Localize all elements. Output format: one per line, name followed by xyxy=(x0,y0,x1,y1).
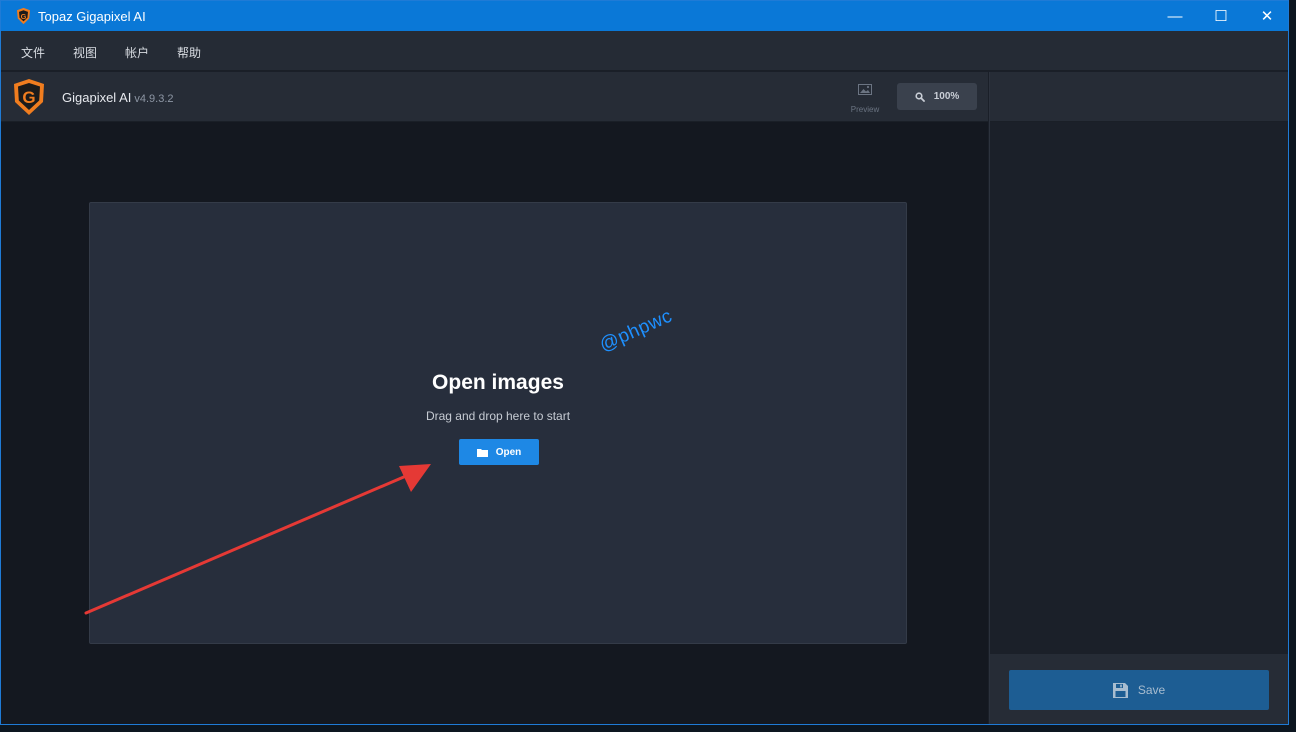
open-button[interactable]: Open xyxy=(459,439,539,465)
minimize-button[interactable]: — xyxy=(1152,1,1198,31)
save-button[interactable]: Save xyxy=(1009,670,1269,710)
folder-icon xyxy=(476,448,488,457)
title-bar[interactable]: G Topaz Gigapixel AI — ☐ ✕ xyxy=(1,1,1288,31)
open-label: Open xyxy=(495,446,522,458)
menu-view[interactable]: 视图 xyxy=(73,44,97,61)
menu-help[interactable]: 帮助 xyxy=(177,44,201,61)
app-header: G Gigapixel AI v4.9.3.2 Preview 100% xyxy=(1,72,988,122)
menu-account[interactable]: 帐户 xyxy=(125,44,149,61)
image-canvas: Open images Drag and drop here to start … xyxy=(1,122,988,724)
magnifier-icon xyxy=(915,91,925,102)
preview-button[interactable]: Preview xyxy=(844,81,886,114)
zoom-button[interactable]: 100% xyxy=(897,83,977,110)
background-strip xyxy=(1289,0,1296,732)
app-name: Gigapixel AI xyxy=(62,90,132,105)
menu-bar: 文件 视图 帐户 帮助 xyxy=(1,31,1288,71)
svg-text:G: G xyxy=(21,12,27,21)
app-window: G Topaz Gigapixel AI — ☐ ✕ 文件 视图 帐户 帮助 G… xyxy=(0,0,1289,725)
menu-file[interactable]: 文件 xyxy=(21,44,45,61)
app-brand: Gigapixel AI v4.9.3.2 xyxy=(62,90,174,105)
gigapixel-logo-icon: G xyxy=(14,79,44,115)
preview-label: Preview xyxy=(850,105,880,114)
topaz-logo-icon: G xyxy=(16,7,31,25)
close-button[interactable]: ✕ xyxy=(1244,1,1288,31)
floppy-disk-icon xyxy=(1112,682,1128,698)
annotation-arrow xyxy=(84,464,431,615)
right-panel-footer: Save xyxy=(990,654,1288,724)
app-version: v4.9.3.2 xyxy=(134,93,174,105)
right-panel-header xyxy=(990,72,1288,122)
svg-text:G: G xyxy=(22,88,35,107)
image-icon xyxy=(858,84,872,95)
dropzone-title: Open images xyxy=(432,371,564,394)
maximize-button[interactable]: ☐ xyxy=(1198,1,1244,31)
zoom-level: 100% xyxy=(933,91,960,102)
right-panel: Save xyxy=(989,72,1288,724)
dropzone-subtitle: Drag and drop here to start xyxy=(425,409,571,423)
window-title: Topaz Gigapixel AI xyxy=(38,9,146,24)
save-label: Save xyxy=(1137,683,1166,697)
